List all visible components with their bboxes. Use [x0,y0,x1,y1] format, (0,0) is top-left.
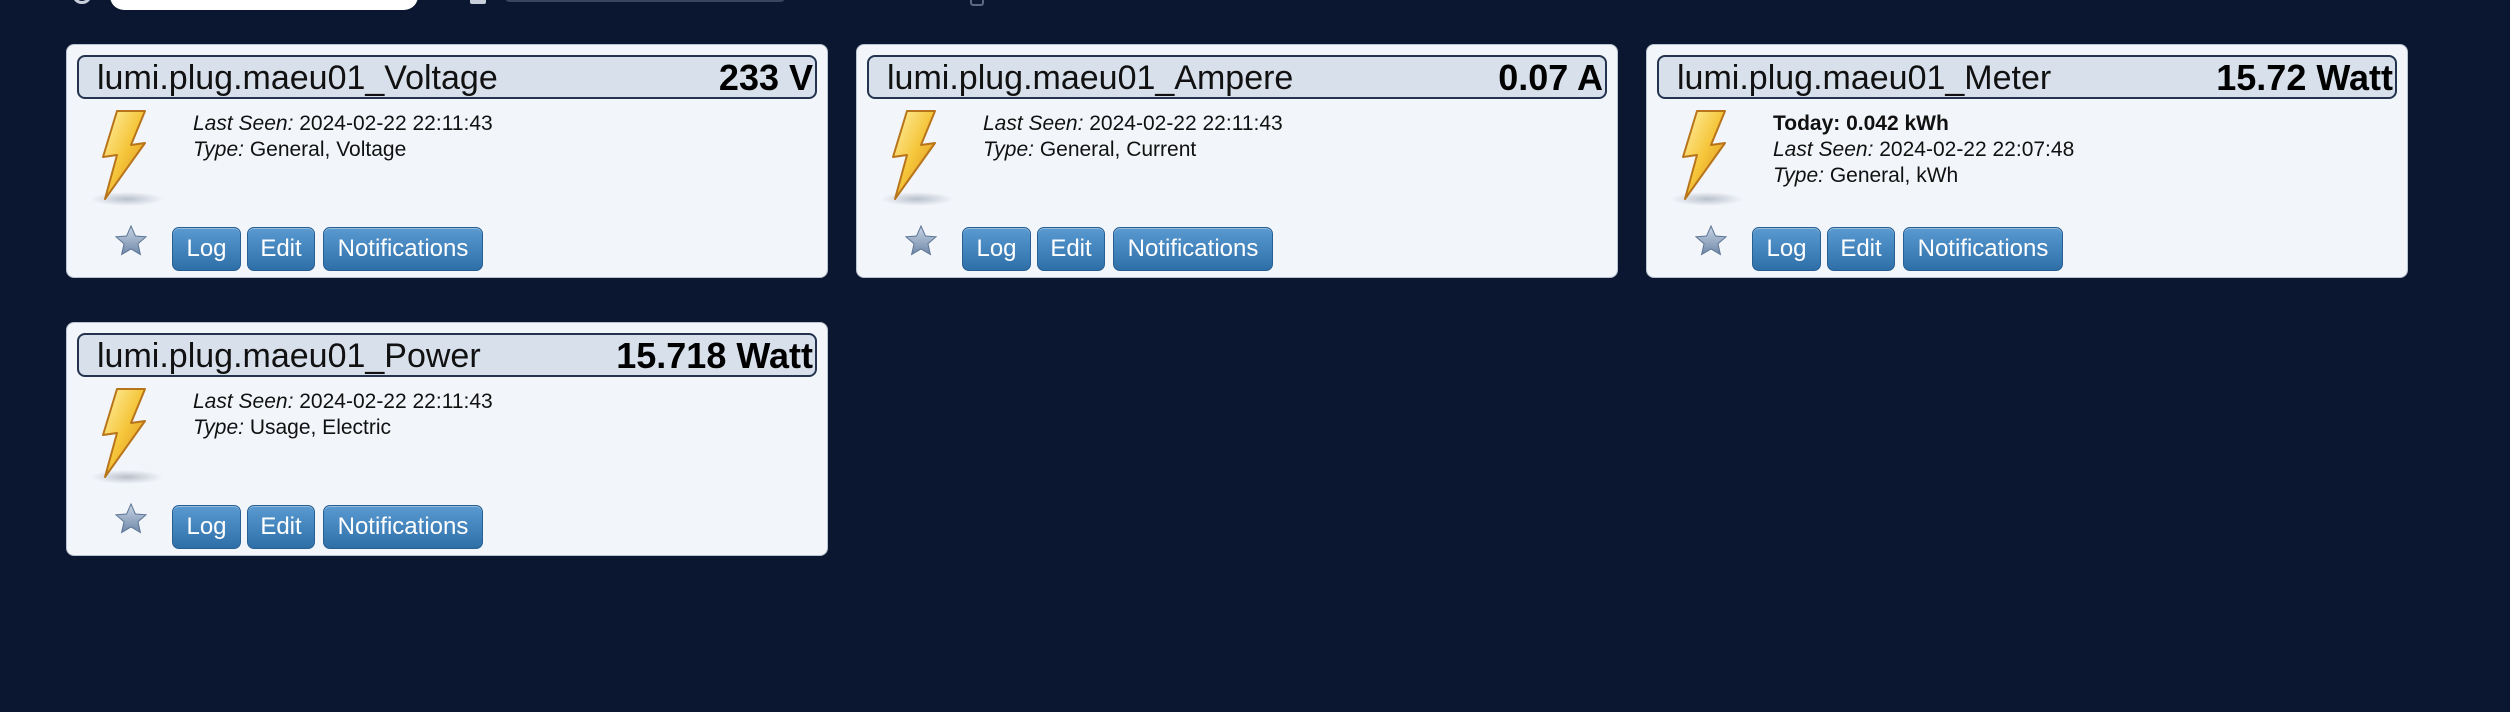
type-value: General, Voltage [249,138,407,161]
edit-button[interactable]: Edit [247,505,315,549]
filter-select[interactable] [504,0,786,2]
notifications-button[interactable]: Notifications [323,505,483,549]
edit-button[interactable]: Edit [1827,227,1895,271]
device-info: Last Seen: 2024-02-22 22:11:43 Type: Gen… [983,111,1283,163]
device-name[interactable]: lumi.plug.maeu01_Ampere [887,61,1293,95]
type-value: General, Current [1039,138,1197,161]
last-seen-label: Last Seen: [983,112,1084,135]
log-button[interactable]: Log [962,227,1031,271]
device-info: Last Seen: 2024-02-22 22:11:43 Type: Usa… [193,389,493,441]
star-icon[interactable] [113,223,149,259]
device-info: Last Seen: 2024-02-22 22:11:43 Type: Gen… [193,111,493,163]
device-value: 15.718 Watt [616,335,813,376]
device-card-power: lumi.plug.maeu01_Power 15.718 Watt Last … [66,322,828,556]
device-card-ampere: lumi.plug.maeu01_Ampere 0.07 A Last Seen… [856,44,1618,278]
type-label: Type: [1773,164,1824,187]
device-card-header: lumi.plug.maeu01_Ampere 0.07 A [867,55,1607,99]
device-value: 15.72 Watt [2216,57,2393,98]
log-button[interactable]: Log [172,227,241,271]
today-usage: Today: 0.042 kWh [1773,112,1949,135]
device-card-header: lumi.plug.maeu01_Voltage 233 V [77,55,817,99]
edit-button[interactable]: Edit [247,227,315,271]
device-value: 0.07 A [1498,57,1603,98]
type-label: Type: [193,416,244,439]
last-seen-value: 2024-02-22 22:07:48 [1879,138,2075,161]
type-value: General, kWh [1829,164,1959,187]
last-seen-value: 2024-02-22 22:11:43 [299,112,493,135]
type-value: Usage, Electric [249,416,392,439]
edit-button[interactable]: Edit [1037,227,1105,271]
filter-checkbox[interactable] [470,0,486,4]
search-input[interactable] [110,0,418,10]
type-label: Type: [193,138,244,161]
lightning-bolt-icon[interactable] [1665,107,1745,207]
device-name[interactable]: lumi.plug.maeu01_Power [97,339,481,373]
device-card-header: lumi.plug.maeu01_Meter 15.72 Watt [1657,55,2397,99]
device-value: 233 V [718,57,813,98]
type-label: Type: [983,138,1034,161]
notifications-button[interactable]: Notifications [1903,227,2063,271]
last-seen-label: Last Seen: [1773,138,1874,161]
star-icon[interactable] [113,501,149,537]
star-icon[interactable] [1693,223,1729,259]
log-button[interactable]: Log [1752,227,1821,271]
sort-icon[interactable] [970,0,984,6]
lightning-bolt-icon[interactable] [85,385,165,485]
last-seen-value: 2024-02-22 22:11:43 [299,390,493,413]
top-toolbar [0,0,2510,10]
notifications-button[interactable]: Notifications [323,227,483,271]
device-name[interactable]: lumi.plug.maeu01_Meter [1677,61,2051,95]
device-info: Today: 0.042 kWh Last Seen: 2024-02-22 2… [1773,111,2074,189]
device-name[interactable]: lumi.plug.maeu01_Voltage [97,61,498,95]
notifications-button[interactable]: Notifications [1113,227,1273,271]
lightning-bolt-icon[interactable] [875,107,955,207]
last-seen-value: 2024-02-22 22:11:43 [1089,112,1283,135]
device-card-header: lumi.plug.maeu01_Power 15.718 Watt [77,333,817,377]
star-icon[interactable] [903,223,939,259]
log-button[interactable]: Log [172,505,241,549]
device-card-meter: lumi.plug.maeu01_Meter 15.72 Watt Today:… [1646,44,2408,278]
last-seen-label: Last Seen: [193,112,294,135]
lightning-bolt-icon[interactable] [85,107,165,207]
search-icon [72,0,92,4]
device-card-voltage: lumi.plug.maeu01_Voltage 233 V Last Seen… [66,44,828,278]
last-seen-label: Last Seen: [193,390,294,413]
